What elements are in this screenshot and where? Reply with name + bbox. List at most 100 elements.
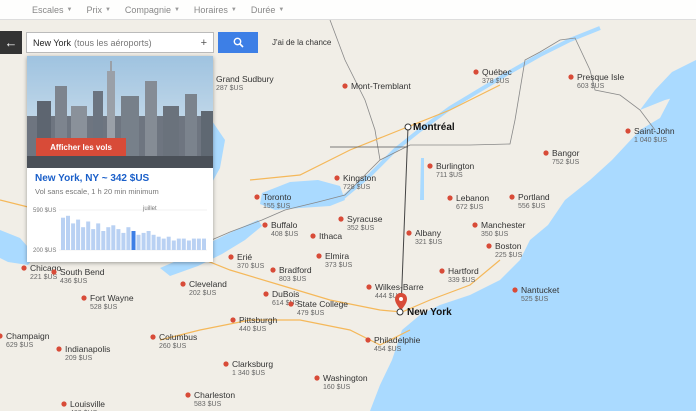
city-price: 614 $US xyxy=(272,300,300,307)
city-name: Syracuse xyxy=(347,214,383,224)
city-dot[interactable] xyxy=(568,74,574,80)
city-price: 672 $US xyxy=(456,204,484,211)
origin-marker[interactable]: Montréal xyxy=(404,122,455,133)
price-bar[interactable] xyxy=(101,231,106,250)
city-dot[interactable] xyxy=(81,295,87,301)
price-bar[interactable] xyxy=(86,221,91,251)
city-dot[interactable] xyxy=(51,269,57,275)
price-axis-top: 590 $US xyxy=(33,208,56,214)
city-dot[interactable] xyxy=(314,375,320,381)
city-dot[interactable] xyxy=(310,233,316,239)
price-bar[interactable] xyxy=(166,236,171,250)
card-title[interactable]: New York, NY ~ 342 $US xyxy=(35,173,149,184)
price-bar[interactable] xyxy=(96,223,101,250)
price-bar[interactable] xyxy=(71,223,76,250)
city-name: Clarksburg xyxy=(232,359,273,369)
back-button[interactable]: ← xyxy=(0,31,22,54)
filter-0[interactable]: Escales ▼ xyxy=(32,5,72,15)
filter-1[interactable]: Prix ▼ xyxy=(86,5,110,15)
price-bar[interactable] xyxy=(91,229,96,250)
price-bar[interactable] xyxy=(151,234,156,250)
city-dot[interactable] xyxy=(230,317,236,323)
city-dot[interactable] xyxy=(21,265,27,271)
city-price: 711 $US xyxy=(436,172,463,179)
city-dot[interactable] xyxy=(185,392,191,398)
price-bar[interactable] xyxy=(116,229,121,250)
city-dot[interactable] xyxy=(427,163,433,169)
city-price: 728 $US xyxy=(343,184,371,191)
price-bar[interactable] xyxy=(161,238,166,250)
filter-3[interactable]: Horaires ▼ xyxy=(194,5,237,15)
city-price: 479 $US xyxy=(297,310,325,317)
filter-4[interactable]: Durée ▼ xyxy=(251,5,284,15)
city-dot[interactable] xyxy=(486,243,492,249)
city-name: Ithaca xyxy=(319,231,342,241)
city-dot[interactable] xyxy=(439,268,445,274)
price-bar[interactable] xyxy=(191,238,196,250)
city-dot[interactable] xyxy=(512,287,518,293)
price-bar[interactable] xyxy=(131,231,136,250)
price-chart[interactable]: 590 $US 200 $US juillet xyxy=(33,202,207,256)
lucky-button[interactable]: J'ai de la chance xyxy=(272,38,331,47)
search-input[interactable]: New York (tous les aéroports) + xyxy=(26,32,214,53)
price-bar[interactable] xyxy=(171,240,176,251)
city-dot[interactable] xyxy=(338,216,344,222)
filter-label: Escales xyxy=(32,4,64,15)
city-dot[interactable] xyxy=(223,361,229,367)
city-name: Wilkes-Barre xyxy=(375,282,424,292)
city-dot[interactable] xyxy=(365,337,371,343)
city-price: 339 $US xyxy=(448,277,476,284)
city-marker[interactable]: Mont-Tremblant xyxy=(342,81,411,91)
city-dot[interactable] xyxy=(254,194,260,200)
price-bar[interactable] xyxy=(136,234,141,250)
city-price: 160 $US xyxy=(323,384,351,391)
price-bar[interactable] xyxy=(61,217,65,250)
city-name: Pittsburgh xyxy=(239,315,278,325)
price-bar[interactable] xyxy=(141,232,146,250)
price-bar[interactable] xyxy=(176,238,181,250)
price-bar[interactable] xyxy=(66,215,70,250)
city-dot[interactable] xyxy=(472,222,478,228)
city-price: 260 $US xyxy=(159,343,187,350)
price-bar[interactable] xyxy=(106,227,111,250)
search-button[interactable] xyxy=(218,32,258,53)
price-bar[interactable] xyxy=(121,232,126,250)
city-price: 752 $US xyxy=(552,159,580,166)
city-dot[interactable] xyxy=(150,334,156,340)
city-dot[interactable] xyxy=(342,83,348,89)
price-bar[interactable] xyxy=(156,236,161,250)
city-dot[interactable] xyxy=(180,281,186,287)
city-dot[interactable] xyxy=(625,128,631,134)
price-bar[interactable] xyxy=(126,227,131,250)
price-bar[interactable] xyxy=(181,238,186,250)
city-dot[interactable] xyxy=(61,401,67,407)
city-dot[interactable] xyxy=(262,222,268,228)
city-price: 1 040 $US xyxy=(634,137,667,144)
city-dot[interactable] xyxy=(447,195,453,201)
city-dot[interactable] xyxy=(56,346,62,352)
price-bar[interactable] xyxy=(196,238,201,250)
price-bar[interactable] xyxy=(111,225,116,250)
city-dot[interactable] xyxy=(228,254,234,260)
city-dot[interactable] xyxy=(543,150,549,156)
city-dot[interactable] xyxy=(270,267,276,273)
price-bar[interactable] xyxy=(186,240,191,251)
city-dot[interactable] xyxy=(334,175,340,181)
city-dot[interactable] xyxy=(473,69,479,75)
city-name: Chicago xyxy=(30,263,61,273)
price-bar[interactable] xyxy=(146,231,151,250)
show-flights-button[interactable]: Afficher les vols xyxy=(36,138,126,156)
price-bar[interactable] xyxy=(202,238,206,250)
city-price: 1 340 $US xyxy=(232,370,265,377)
city-name: Cleveland xyxy=(189,279,227,289)
filter-2[interactable]: Compagnie ▼ xyxy=(125,5,180,15)
city-dot[interactable] xyxy=(316,253,322,259)
city-dot[interactable] xyxy=(509,194,515,200)
city-dot[interactable] xyxy=(288,301,294,307)
price-bar[interactable] xyxy=(76,219,81,250)
city-dot[interactable] xyxy=(366,284,372,290)
price-bar[interactable] xyxy=(81,227,86,250)
city-dot[interactable] xyxy=(263,291,269,297)
plus-icon[interactable]: + xyxy=(201,37,207,49)
city-dot[interactable] xyxy=(406,230,412,236)
